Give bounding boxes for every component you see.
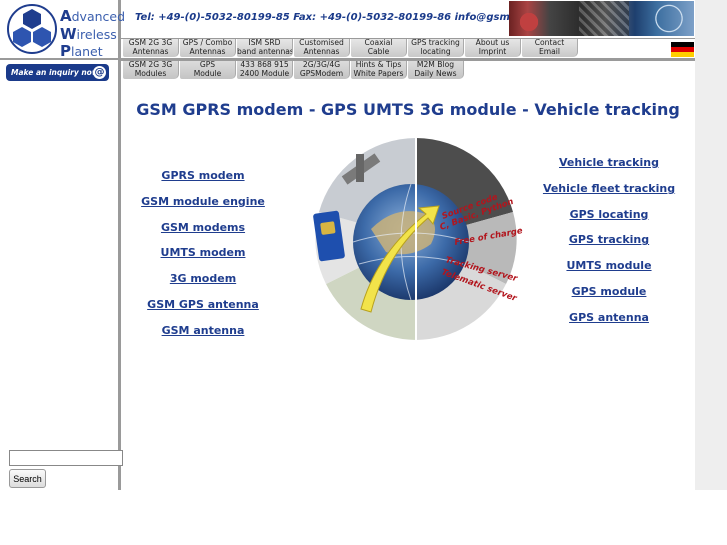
right-link-3[interactable]: GPS tracking — [569, 233, 649, 259]
nav-primary-tab-0[interactable]: GSM 2G 3G Antennas — [123, 39, 179, 57]
hexagon-logo-icon — [7, 4, 57, 54]
nav-primary-tab-4[interactable]: Coaxial Cable — [351, 39, 407, 57]
nav-primary-tab-6[interactable]: About us Imprint — [465, 39, 521, 57]
right-link-1[interactable]: Vehicle fleet tracking — [543, 182, 675, 208]
nav-tab-line2: Cable — [367, 47, 390, 56]
nav-primary-tab-3[interactable]: Customised Antennas — [294, 39, 350, 57]
nav-row-secondary: GSM 2G 3G Modules GPS Module 433 868 915 2400… — [123, 61, 464, 79]
logo[interactable]: Advanced Wireless Planet — [3, 3, 125, 60]
nav-tab-line2: Modules — [134, 69, 167, 78]
nav-tab-line2: Module — [193, 69, 222, 78]
nav-secondary-tab-3[interactable]: 2G/3G/4G GPSModem — [294, 61, 350, 79]
logo-word-advanced: Advanced — [60, 7, 126, 25]
page: Advanced Wireless Planet Make an inquiry… — [0, 0, 727, 545]
nav-primary-tab-5[interactable]: GPS tracking locating — [408, 39, 464, 57]
hero-collage-image: Source code C, Basic, Python Free of cha… — [313, 138, 524, 340]
modem-photo — [579, 1, 629, 36]
left-link-4[interactable]: 3G modem — [170, 272, 236, 298]
nav-tab-line2: Antennas — [189, 47, 226, 56]
search-button[interactable]: Search — [9, 469, 46, 488]
right-link-4[interactable]: UMTS module — [566, 259, 651, 285]
left-sidebar: Advanced Wireless Planet Make an inquiry… — [0, 0, 125, 490]
contact-info: Tel: +49-(0)-5032-80199-85 Fax: +49-(0)-… — [135, 12, 574, 23]
right-link-2[interactable]: GPS locating — [570, 208, 649, 234]
car-photo — [514, 1, 544, 36]
german-flag-icon[interactable] — [671, 42, 694, 57]
left-link-2[interactable]: GSM modems — [161, 221, 245, 247]
sidebar-divider — [0, 58, 121, 60]
nav-tab-line2: locating — [420, 47, 451, 56]
nav-secondary-tab-5[interactable]: M2M Blog Daily News — [408, 61, 464, 79]
right-link-5[interactable]: GPS module — [572, 285, 647, 311]
nav-tab-line2: Daily News — [414, 69, 457, 78]
left-link-6[interactable]: GSM antenna — [162, 324, 245, 350]
nav-secondary-tab-2[interactable]: 433 868 915 2400 Module — [237, 61, 293, 79]
nav-tab-line2: Antennas — [303, 47, 340, 56]
logo-word-wireless: Wireless — [60, 25, 117, 43]
nav-tab-line2: band antennas — [237, 47, 293, 56]
nav-primary-tab-2[interactable]: ISM SRD band antennas — [237, 39, 293, 57]
globe-photo — [644, 1, 694, 36]
left-link-3[interactable]: UMTS modem — [161, 246, 246, 272]
right-link-6[interactable]: GPS antenna — [569, 311, 649, 337]
header-photo-strip — [509, 1, 694, 36]
flag-stripe-gold — [671, 52, 694, 57]
nav-tab-line2: Antennas — [132, 47, 169, 56]
inquiry-label: Make an inquiry now — [11, 68, 99, 77]
nav-primary-tab-7[interactable]: Contact Email — [522, 39, 578, 57]
right-link-0[interactable]: Vehicle tracking — [559, 156, 659, 182]
nav-tab-line2: Email — [538, 47, 561, 56]
inquiry-button[interactable]: Make an inquiry now @ — [6, 64, 109, 81]
at-icon: @ — [93, 66, 106, 79]
nav-row-primary: GSM 2G 3G Antennas GPS / Combo Antennas ISM … — [123, 39, 578, 57]
nav-tab-line2: White Papers — [353, 69, 404, 78]
left-link-5[interactable]: GSM GPS antenna — [147, 298, 259, 324]
nav-secondary-tab-1[interactable]: GPS Module — [180, 61, 236, 79]
search-input[interactable] — [9, 450, 123, 466]
nav-secondary-tab-0[interactable]: GSM 2G 3G Modules — [123, 61, 179, 79]
left-link-0[interactable]: GPRS modem — [161, 169, 244, 195]
right-link-list: Vehicle tracking Vehicle fleet tracking GP… — [543, 156, 675, 337]
nav-tab-line2: 2400 Module — [239, 69, 290, 78]
right-gutter — [695, 0, 727, 490]
page-title: GSM GPRS modem - GPS UMTS 3G module - Ve… — [136, 100, 680, 119]
left-link-1[interactable]: GSM module engine — [141, 195, 265, 221]
nav-tab-line2: Imprint — [478, 47, 507, 56]
nav-secondary-tab-4[interactable]: Hints & Tips White Papers — [351, 61, 407, 79]
left-link-list: GPRS modem GSM module engine GSM modems UMT… — [140, 169, 266, 350]
nav-tab-line2: GPSModem — [299, 69, 344, 78]
nav-primary-tab-1[interactable]: GPS / Combo Antennas — [180, 39, 236, 57]
